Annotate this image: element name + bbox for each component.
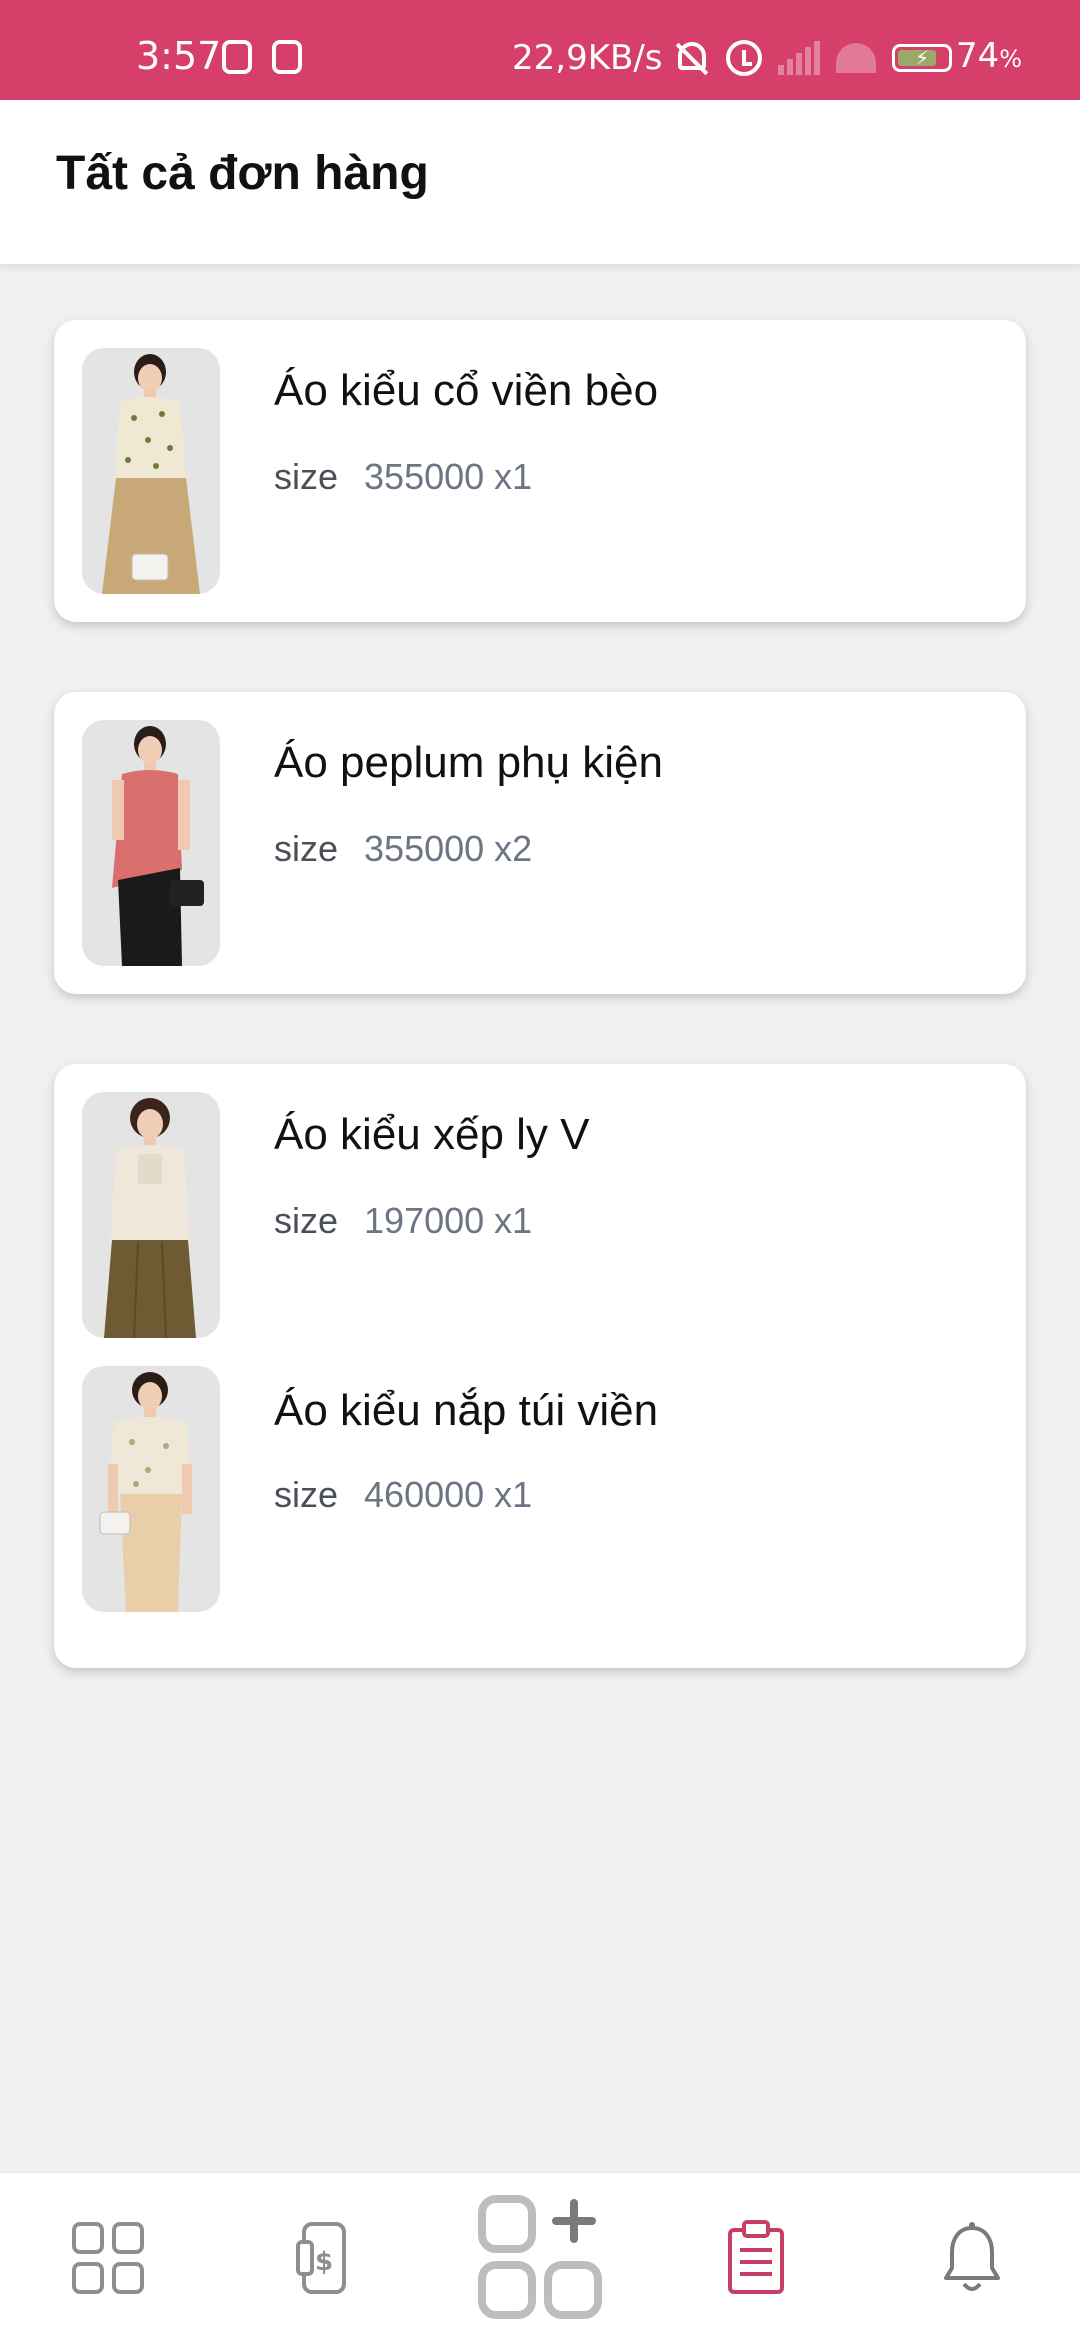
app-header: Tất cả đơn hàng: [0, 100, 1080, 266]
order-item[interactable]: Áo kiểu cổ viền bèo size 355000 x1: [54, 320, 1026, 594]
signal-icon: [778, 41, 820, 75]
grid-icon: [72, 2222, 144, 2294]
page-title: Tất cả đơn hàng: [56, 147, 429, 200]
price-quantity: 355000 x1: [364, 456, 533, 497]
nav-payment[interactable]: $: [264, 2203, 384, 2313]
muted-bell-icon: [674, 40, 710, 76]
product-meta: size 197000 x1: [274, 1200, 532, 1242]
bottom-navigation: $: [0, 2172, 1080, 2340]
clipboard-icon: [728, 2220, 784, 2294]
size-label: size: [274, 456, 339, 497]
battery-percent: 74%: [956, 36, 1023, 76]
product-name: Áo kiểu cổ viền bèo: [274, 366, 659, 415]
product-image-pink-peplum: [82, 720, 220, 966]
wifi-icon: [836, 43, 876, 73]
network-speed: 22,9KB/s: [512, 38, 663, 78]
product-image-cream-pleat-blouse: [82, 1092, 220, 1338]
product-meta: size 460000 x1: [274, 1474, 532, 1516]
add-app-icon: [478, 2195, 602, 2319]
order-item[interactable]: Áo kiểu xếp ly V size 197000 x1: [54, 1064, 1026, 1366]
order-card[interactable]: Áo kiểu cổ viền bèo size 355000 x1: [54, 320, 1026, 622]
order-item[interactable]: Áo peplum phụ kiện size 355000 x2: [54, 692, 1026, 966]
nav-notifications[interactable]: [912, 2203, 1032, 2313]
status-time: 3:57: [136, 34, 222, 78]
product-image-floral-blouse: [82, 348, 220, 594]
price-quantity: 460000 x1: [364, 1474, 533, 1515]
notification-icons: [222, 40, 302, 74]
size-label: size: [274, 828, 339, 869]
order-card[interactable]: Áo kiểu xếp ly V size 197000 x1 Áo kiểu n…: [54, 1064, 1026, 1668]
app-notification-icon: [272, 40, 302, 74]
price-quantity: 355000 x2: [364, 828, 533, 869]
product-name: Áo peplum phụ kiện: [274, 738, 663, 787]
product-meta: size 355000 x1: [274, 456, 532, 498]
app-notification-icon: [222, 40, 252, 74]
order-item[interactable]: Áo kiểu nắp túi viền size 460000 x1: [54, 1366, 1026, 1668]
size-label: size: [274, 1474, 339, 1515]
price-quantity: 197000 x1: [364, 1200, 533, 1241]
order-card[interactable]: Áo peplum phụ kiện size 355000 x2: [54, 692, 1026, 994]
svg-text:$: $: [315, 2247, 333, 2277]
phone-payment-icon: $: [296, 2222, 346, 2294]
nav-orders[interactable]: [696, 2203, 816, 2313]
nav-dashboard[interactable]: [48, 2203, 168, 2313]
nav-add-app[interactable]: [472, 2195, 612, 2319]
system-icons: ⚡: [674, 40, 952, 76]
status-bar: 3:57 22,9KB/s ⚡ 74%: [0, 0, 1080, 100]
alarm-icon: [726, 40, 762, 76]
bell-icon: [944, 2222, 1000, 2291]
battery-icon: ⚡: [892, 44, 952, 72]
product-name: Áo kiểu xếp ly V: [274, 1110, 590, 1159]
size-label: size: [274, 1200, 339, 1241]
product-meta: size 355000 x2: [274, 828, 532, 870]
product-name: Áo kiểu nắp túi viền: [274, 1386, 659, 1435]
product-image-cream-pocket-blouse: [82, 1366, 220, 1612]
